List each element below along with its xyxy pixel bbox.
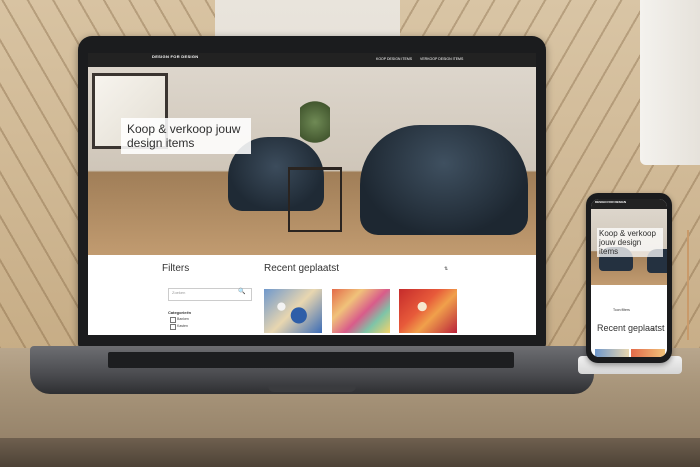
site-logo[interactable]: DESIGN FOR DESIGN [152, 54, 198, 60]
laptop-screen: DESIGN FOR DESIGN KOOP DESIGN ITEMS VERK… [88, 53, 536, 335]
product-tile[interactable] [332, 289, 390, 333]
site-header: DESIGN FOR DESIGN KOOP DESIGN ITEMS VERK… [88, 53, 536, 67]
product-tile[interactable] [399, 289, 457, 333]
hero-title: Koop & verkoop jouw design items [121, 118, 251, 154]
category-checkbox[interactable] [170, 317, 176, 323]
hero-side-table [288, 167, 342, 232]
phone-product-tile[interactable] [631, 349, 665, 357]
search-placeholder: Zoeken [172, 290, 186, 295]
category-label: Banken [177, 317, 189, 321]
content-area: Filters Zoeken 🔍 Categorieën Banken Kast… [88, 255, 536, 335]
lamp-stand [676, 230, 700, 340]
desk-edge [0, 438, 700, 467]
hero-banner: Koop & verkoop jouw design items [88, 67, 536, 255]
hero-plant [300, 97, 330, 147]
phone-hero-title: Koop & verkoop jouw design items [597, 228, 663, 257]
phone-filter-button[interactable]: Toon filters [613, 308, 630, 312]
filters-heading: Filters [162, 263, 190, 274]
categories-heading: Categorieën [168, 310, 192, 315]
laptop-notch [268, 386, 356, 392]
category-checkbox[interactable] [170, 324, 176, 330]
search-icon[interactable]: 🔍 [238, 288, 245, 295]
phone-logo[interactable]: DESIGN FOR DESIGN [595, 200, 626, 204]
product-tile[interactable] [264, 289, 322, 333]
nav-sell-items[interactable]: VERKOOP DESIGN ITEMS [420, 57, 463, 61]
phone-header: DESIGN FOR DESIGN [591, 199, 667, 209]
category-label: Kasten [177, 324, 188, 328]
recent-heading: Recent geplaatst [264, 263, 340, 274]
sort-icon[interactable]: ⇅ [444, 266, 448, 272]
phone-screen: DESIGN FOR DESIGN Koop & verkoop jouw de… [591, 199, 667, 357]
nav-buy-items[interactable]: KOOP DESIGN ITEMS [376, 57, 412, 61]
phone-product-tile[interactable] [595, 349, 629, 357]
hero-chair-large [360, 125, 528, 235]
laptop-keyboard [108, 352, 514, 368]
phone-sort-icon[interactable]: ⇅ [651, 327, 654, 332]
lamp-shade [640, 0, 700, 165]
phone-recent-heading: Recent geplaatst [597, 323, 665, 333]
